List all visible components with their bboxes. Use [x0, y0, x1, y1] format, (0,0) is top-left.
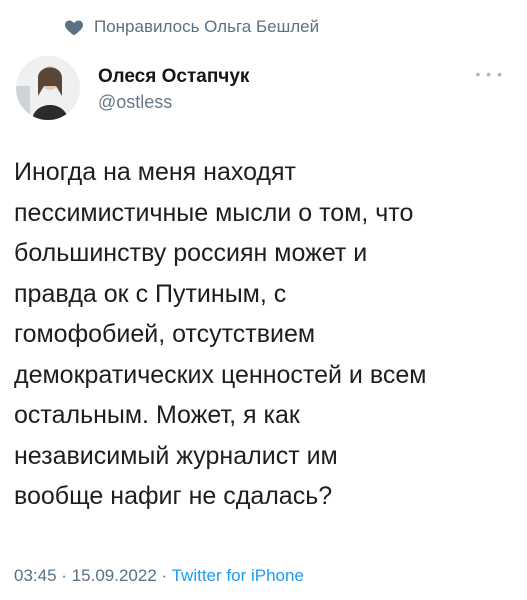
tweet-time[interactable]: 03:45 — [14, 566, 57, 585]
tweet-meta: 03:45 · 15.09.2022 · Twitter for iPhone — [14, 566, 304, 586]
author-handle[interactable]: @ostless — [98, 92, 172, 113]
heart-icon — [64, 20, 84, 36]
tweet-source[interactable]: Twitter for iPhone — [172, 566, 304, 585]
author-name[interactable]: Олеся Остапчук — [98, 66, 249, 88]
tweet-date[interactable]: 15.09.2022 — [72, 566, 157, 585]
avatar[interactable] — [16, 56, 80, 120]
tweet-header: Олеся Остапчук @ostless • • • — [14, 56, 513, 124]
meta-separator: · — [161, 566, 168, 585]
tweet-text: Иногда на меня находят пессимистичные мы… — [14, 158, 427, 510]
more-horizontal-icon[interactable]: • • • — [476, 66, 503, 82]
liked-by-text: Понравилось Ольга Бешлей — [94, 17, 320, 36]
liked-by-row[interactable]: Понравилось Ольга Бешлей — [64, 14, 319, 40]
meta-separator: · — [61, 566, 67, 585]
